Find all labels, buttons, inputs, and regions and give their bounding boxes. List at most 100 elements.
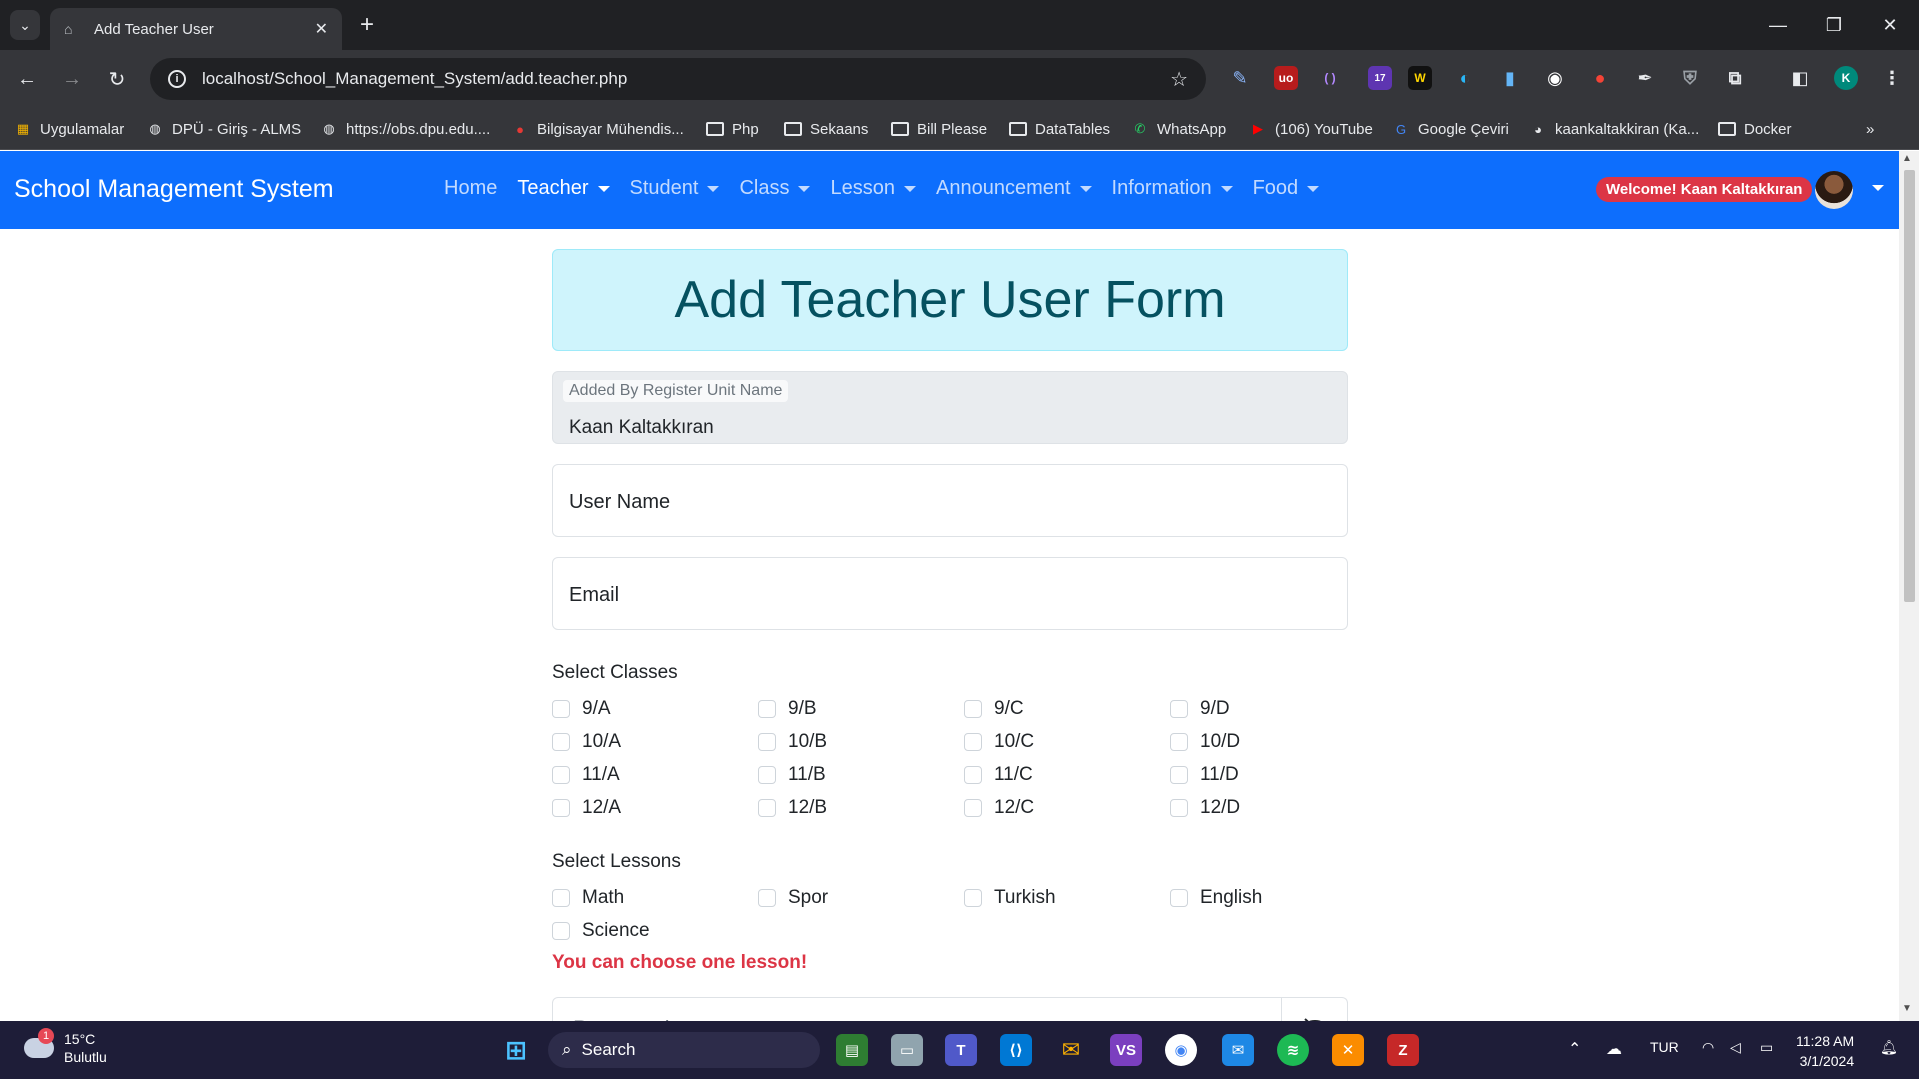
nav-food[interactable]: Food — [1253, 177, 1320, 200]
brand-title[interactable]: School Management System — [14, 175, 334, 204]
wifi-icon[interactable]: ◠ — [1702, 1039, 1714, 1056]
bookmark-item[interactable]: ◍ DPÜ - Giriş - ALMS — [146, 119, 301, 139]
outlook-icon[interactable]: ✉ — [1222, 1034, 1254, 1066]
class-checkbox[interactable]: 11/C — [964, 763, 1170, 787]
spotify-icon[interactable]: ≋ — [1277, 1034, 1309, 1066]
browser-menu-icon[interactable]: ⋮ — [1880, 66, 1904, 90]
w-extension-icon[interactable]: W — [1408, 66, 1432, 90]
battery-icon[interactable]: ▭ — [1760, 1039, 1773, 1056]
tab-search-button[interactable]: ⌄ — [10, 10, 40, 40]
eyedropper-extension-icon[interactable]: ✒ — [1633, 66, 1657, 90]
onedrive-icon[interactable]: ☁ — [1606, 1039, 1622, 1059]
code-extension-icon[interactable]: ( ) — [1318, 66, 1342, 90]
bookmark-item[interactable]: Docker — [1718, 119, 1792, 139]
taskbar-search[interactable]: ⌕ Search — [548, 1032, 820, 1068]
bookmark-item[interactable]: Sekaans — [784, 119, 868, 139]
class-checkbox[interactable]: 10/C — [964, 730, 1170, 754]
side-panel-icon[interactable]: ◧ — [1788, 66, 1812, 90]
pen-tool-extension-icon[interactable]: ✎ — [1228, 66, 1252, 90]
nav-lesson[interactable]: Lesson — [830, 177, 916, 200]
circle-extension-icon[interactable]: ◉ — [1543, 66, 1567, 90]
new-tab-button[interactable]: + — [352, 10, 382, 40]
site-info-icon[interactable]: i — [168, 70, 186, 88]
class-checkbox[interactable]: 11/B — [758, 763, 964, 787]
bookmark-item[interactable]: Bill Please — [891, 119, 987, 139]
class-checkbox[interactable]: 12/B — [758, 796, 964, 820]
vscode-icon[interactable]: ⟨⟩ — [1000, 1034, 1032, 1066]
filezilla-icon[interactable]: Z — [1387, 1034, 1419, 1066]
lesson-checkbox[interactable]: Math — [552, 886, 758, 910]
scrollbar-thumb[interactable] — [1904, 170, 1915, 602]
bookmark-item[interactable]: ◕ kaankaltakkiran (Ka... — [1529, 119, 1699, 139]
class-checkbox[interactable]: 11/A — [552, 763, 758, 787]
nav-teacher[interactable]: Teacher — [517, 177, 610, 200]
scroll-down-arrow-icon[interactable]: ▼ — [1902, 1003, 1912, 1014]
class-checkbox[interactable]: 11/D — [1170, 763, 1376, 787]
extensions-puzzle-icon[interactable]: ⧉ — [1723, 66, 1747, 90]
bookmark-item[interactable]: ▦ Uygulamalar — [14, 119, 124, 139]
lesson-checkbox[interactable]: Spor — [758, 886, 964, 910]
mail-app-icon[interactable]: ✉ — [1055, 1034, 1087, 1066]
nav-student[interactable]: Student — [630, 177, 720, 200]
forward-button[interactable]: → — [57, 64, 87, 94]
class-checkbox[interactable]: 12/C — [964, 796, 1170, 820]
bookmark-item[interactable]: ✆ WhatsApp — [1131, 119, 1227, 139]
profile-avatar[interactable]: K — [1834, 66, 1858, 90]
nav-information[interactable]: Information — [1112, 177, 1233, 200]
bookmark-item[interactable]: ◍ https://obs.dpu.edu.... — [320, 119, 490, 139]
class-checkbox[interactable]: 12/A — [552, 796, 758, 820]
lesson-checkbox[interactable]: English — [1170, 886, 1376, 910]
class-checkbox[interactable]: 9/C — [964, 697, 1170, 721]
shield-extension-icon[interactable]: ⛨ — [1678, 66, 1702, 90]
wave-extension-icon[interactable]: ◐ — [1453, 66, 1477, 90]
bookmark-item[interactable]: ● Bilgisayar Mühendis... — [511, 119, 684, 139]
chrome-icon[interactable]: ◉ — [1165, 1034, 1197, 1066]
address-bar[interactable]: i localhost/School_Management_System/add… — [150, 58, 1206, 100]
lesson-checkbox[interactable]: Science — [552, 919, 758, 943]
nav-class[interactable]: Class — [739, 177, 811, 200]
visual-studio-icon[interactable]: VS — [1110, 1034, 1142, 1066]
minimize-button[interactable]: — — [1750, 0, 1806, 50]
system-clock[interactable]: 11:28 AM 3/1/2024 — [1796, 1031, 1854, 1071]
language-indicator[interactable]: TUR — [1650, 1039, 1679, 1055]
extension-badge-icon[interactable]: 17 — [1368, 66, 1392, 90]
bookmark-item[interactable]: G Google Çeviri — [1392, 119, 1509, 139]
nav-announcement[interactable]: Announcement — [936, 177, 1092, 200]
teams-icon[interactable]: T — [945, 1034, 977, 1066]
bookmark-item[interactable]: Php — [706, 119, 759, 139]
user-avatar[interactable] — [1815, 171, 1853, 209]
email-input[interactable]: Email — [552, 557, 1348, 630]
file-explorer-icon[interactable]: ▭ — [891, 1034, 923, 1066]
reload-button[interactable]: ↻ — [102, 64, 132, 94]
weather-widget[interactable]: 1 15°C Bulutlu — [24, 1028, 107, 1066]
xampp-icon[interactable]: ✕ — [1332, 1034, 1364, 1066]
notification-bell-icon[interactable]: 🔔︎ — [1880, 1039, 1898, 1056]
close-tab-icon[interactable]: ✕ — [315, 19, 328, 39]
lesson-checkbox[interactable]: Turkish — [964, 886, 1170, 910]
bookmark-star-icon[interactable]: ☆ — [1170, 67, 1188, 92]
record-extension-icon[interactable]: ● — [1588, 66, 1612, 90]
class-checkbox[interactable]: 9/D — [1170, 697, 1376, 721]
ublock-extension-icon[interactable]: uo — [1274, 66, 1298, 90]
class-checkbox[interactable]: 9/B — [758, 697, 964, 721]
username-input[interactable]: User Name — [552, 464, 1348, 537]
scroll-up-arrow-icon[interactable]: ▲ — [1902, 153, 1912, 164]
more-bookmarks-icon[interactable]: » — [1866, 119, 1874, 139]
volume-icon[interactable]: ◁ — [1730, 1039, 1741, 1056]
bookmark-item[interactable]: DataTables — [1009, 119, 1110, 139]
class-checkbox[interactable]: 10/A — [552, 730, 758, 754]
docs-extension-icon[interactable]: ▮ — [1498, 66, 1522, 90]
app-icon[interactable]: ▤ — [836, 1034, 868, 1066]
bookmark-item[interactable]: ▶ (106) YouTube — [1249, 119, 1373, 139]
class-checkbox[interactable]: 10/B — [758, 730, 964, 754]
class-checkbox[interactable]: 9/A — [552, 697, 758, 721]
user-menu-chevron-icon[interactable] — [1872, 185, 1884, 191]
close-window-button[interactable]: ✕ — [1862, 0, 1918, 50]
browser-tab[interactable]: ⌂ Add Teacher User ✕ — [50, 8, 342, 50]
restore-button[interactable]: ❐ — [1806, 0, 1862, 50]
class-checkbox[interactable]: 12/D — [1170, 796, 1376, 820]
nav-home[interactable]: Home — [444, 177, 497, 200]
class-checkbox[interactable]: 10/D — [1170, 730, 1376, 754]
back-button[interactable]: ← — [12, 64, 42, 94]
show-hidden-icons-chevron-icon[interactable]: ⌃ — [1568, 1039, 1581, 1059]
